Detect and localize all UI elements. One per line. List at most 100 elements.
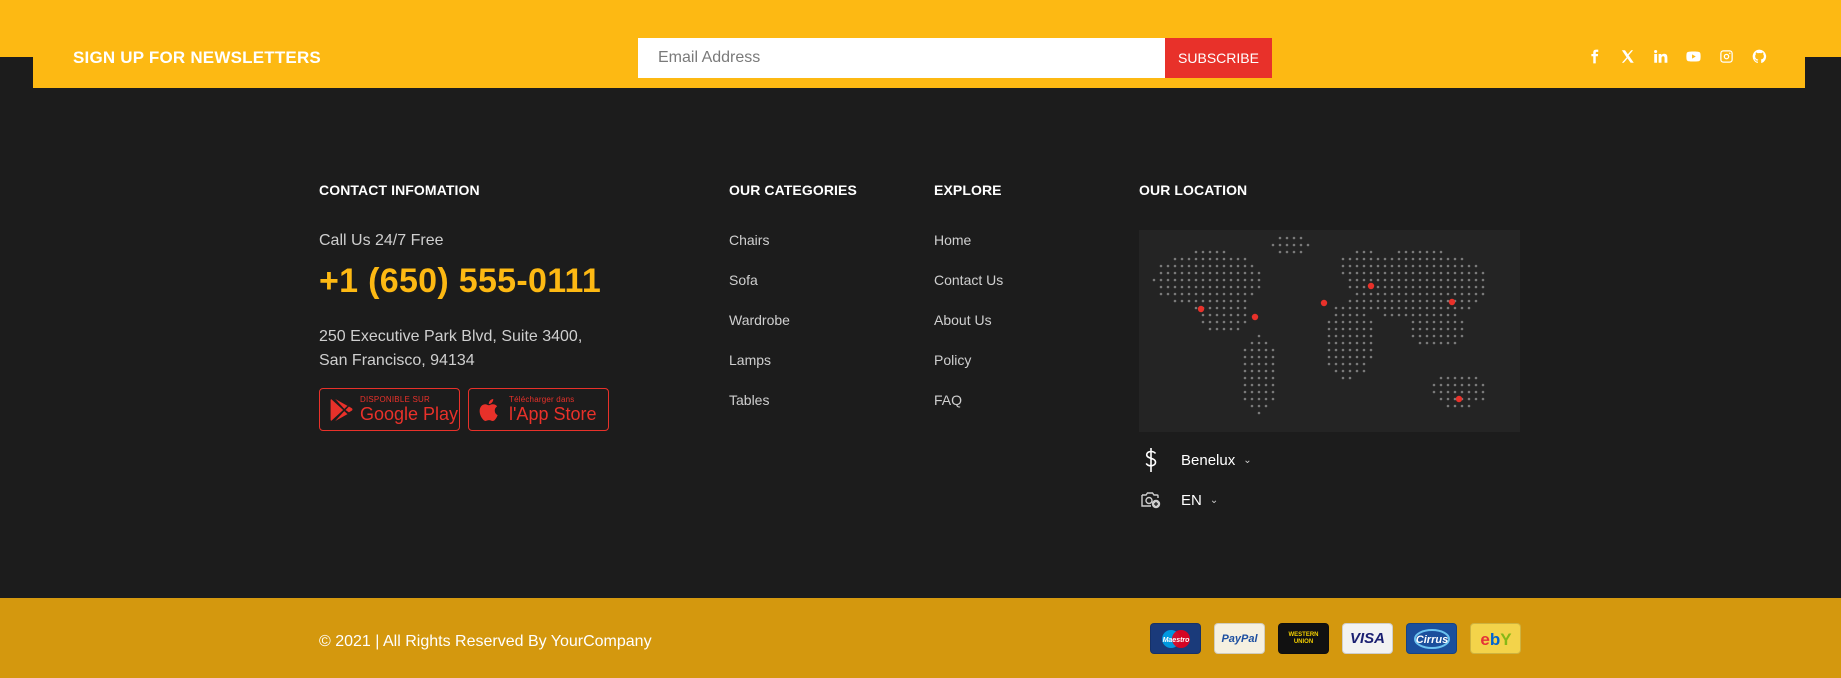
map-dot (1166, 278, 1170, 282)
map-dot (1229, 285, 1233, 289)
github-icon[interactable] (1751, 48, 1767, 64)
map-dot (1397, 278, 1401, 282)
subscribe-button[interactable]: SUBSCRIBE (1165, 38, 1272, 78)
email-input[interactable] (638, 38, 1165, 78)
category-link[interactable]: Sofa (729, 272, 790, 312)
map-dot (1439, 285, 1443, 289)
category-link[interactable]: Chairs (729, 232, 790, 272)
explore-link[interactable]: About Us (934, 312, 1003, 352)
map-dot (1243, 376, 1247, 380)
explore-heading: EXPLORE (934, 182, 1002, 198)
map-dot (1355, 250, 1359, 254)
map-dot (1460, 278, 1464, 282)
language-selector[interactable]: EN ⌄ (1139, 488, 1218, 512)
map-dot (1215, 299, 1219, 303)
google-play-small: DISPONIBLE SUR (360, 395, 430, 404)
map-dot (1173, 271, 1177, 275)
map-dot (1411, 285, 1415, 289)
x-icon[interactable] (1619, 48, 1635, 64)
map-dot (1453, 278, 1457, 282)
map-dot (1411, 327, 1415, 331)
map-dot (1453, 292, 1457, 296)
facebook-icon[interactable] (1586, 48, 1602, 64)
map-dot (1467, 404, 1471, 408)
explore-link[interactable]: Home (934, 232, 1003, 272)
map-dot (1215, 271, 1219, 275)
newsletter-bar: SIGN UP FOR NEWSLETTERS SUBSCRIBE (33, 0, 1805, 88)
ebay-letter-e: e (1480, 630, 1489, 649)
map-dot (1355, 306, 1359, 310)
map-dot (1425, 334, 1429, 338)
map-dot (1474, 299, 1478, 303)
map-dot (1446, 313, 1450, 317)
map-location-pin[interactable] (1448, 298, 1456, 306)
explore-link[interactable]: Policy (934, 352, 1003, 392)
map-dot (1453, 376, 1457, 380)
map-dot (1348, 306, 1352, 310)
map-dot (1383, 285, 1387, 289)
map-dot (1362, 292, 1366, 296)
google-play-badge[interactable]: DISPONIBLE SUR Google Play (319, 388, 460, 431)
category-link[interactable]: Wardrobe (729, 312, 790, 352)
currency-selector[interactable]: Benelux ⌄ (1139, 448, 1252, 472)
map-dot (1362, 278, 1366, 282)
map-location-pin[interactable] (1367, 282, 1375, 290)
map-dot (1383, 292, 1387, 296)
map-dot (1229, 292, 1233, 296)
map-dot (1404, 271, 1408, 275)
map-dot (1243, 397, 1247, 401)
map-dot (1446, 383, 1450, 387)
map-dot (1418, 299, 1422, 303)
map-dot (1159, 278, 1163, 282)
map-dot (1271, 390, 1275, 394)
map-dot (1250, 292, 1254, 296)
map-dot (1341, 327, 1345, 331)
map-dot (1173, 257, 1177, 261)
map-dot (1159, 292, 1163, 296)
map-dot (1243, 348, 1247, 352)
linkedin-icon[interactable] (1652, 48, 1668, 64)
map-location-pin[interactable] (1320, 299, 1328, 307)
map-dot (1432, 334, 1436, 338)
map-dot (1439, 250, 1443, 254)
explore-link[interactable]: Contact Us (934, 272, 1003, 312)
category-link[interactable]: Lamps (729, 352, 790, 392)
map-dot (1222, 257, 1226, 261)
map-location-pin[interactable] (1251, 313, 1259, 321)
map-dot (1453, 327, 1457, 331)
map-dot (1264, 397, 1268, 401)
youtube-icon[interactable] (1685, 48, 1701, 64)
map-dot (1418, 341, 1422, 345)
map-dot (1166, 264, 1170, 268)
map-dot (1215, 264, 1219, 268)
map-dot (1250, 271, 1254, 275)
map-dot (1376, 292, 1380, 296)
instagram-icon[interactable] (1718, 48, 1734, 64)
map-dot (1243, 355, 1247, 359)
map-dot (1460, 320, 1464, 324)
map-dot (1264, 376, 1268, 380)
map-dot (1348, 327, 1352, 331)
ebay-letter-y: Y (1500, 630, 1512, 649)
map-dot (1243, 299, 1247, 303)
map-location-pin[interactable] (1197, 305, 1205, 313)
map-dot (1348, 362, 1352, 366)
explore-link[interactable]: FAQ (934, 392, 1003, 432)
map-dot (1467, 292, 1471, 296)
map-dot (1222, 313, 1226, 317)
map-dot (1446, 320, 1450, 324)
map-dot (1208, 278, 1212, 282)
map-dot (1257, 376, 1261, 380)
map-dot (1418, 271, 1422, 275)
map-location-pin[interactable] (1455, 395, 1463, 403)
app-store-badge[interactable]: Télécharger dans l'App Store (468, 388, 609, 431)
map-dot (1439, 376, 1443, 380)
map-dot (1229, 257, 1233, 261)
map-dot (1439, 320, 1443, 324)
map-dot (1418, 313, 1422, 317)
map-dot (1362, 334, 1366, 338)
map-dot (1250, 383, 1254, 387)
map-dot (1194, 264, 1198, 268)
category-link[interactable]: Tables (729, 392, 790, 432)
phone-number[interactable]: +1 (650) 555-0111 (319, 262, 601, 301)
